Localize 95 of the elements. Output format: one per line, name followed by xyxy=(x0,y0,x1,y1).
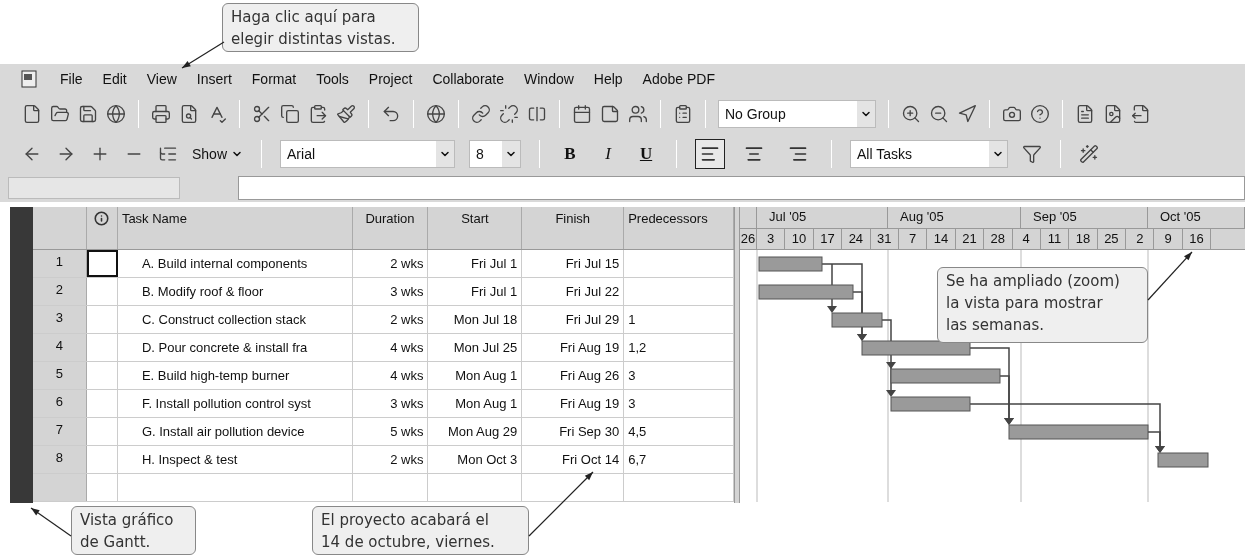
menu-item[interactable]: Collaborate xyxy=(432,68,504,90)
week-label: 14 xyxy=(927,229,956,249)
table-cell: C. Construct collection stack xyxy=(117,306,353,333)
row-number[interactable]: 7 xyxy=(33,418,87,445)
format-button[interactable]: B xyxy=(558,141,583,167)
menu-item[interactable]: Adobe PDF xyxy=(642,68,715,90)
table-cell: F. Install pollution control syst xyxy=(117,390,353,417)
table-cell: Fri Jul 29 xyxy=(522,306,625,333)
table-cell: Mon Jul 25 xyxy=(428,334,523,361)
row-number[interactable]: 4 xyxy=(33,334,87,361)
table-cell: B. Modify roof & floor xyxy=(117,278,353,305)
table-cell: Fri Aug 19 xyxy=(522,334,625,361)
row-number[interactable]: 2 xyxy=(33,278,87,305)
callout-note: El proyecto acabará el 14 de octubre, viernes. xyxy=(312,506,529,555)
week-label: 21 xyxy=(955,229,985,249)
table-cell: 5 wks xyxy=(352,418,429,445)
week-label: 31 xyxy=(870,229,899,249)
table-cell: 6,7 xyxy=(624,446,734,473)
menu-item[interactable]: File xyxy=(60,68,83,90)
menu-item[interactable]: Help xyxy=(593,68,623,90)
font-dropdown[interactable]: Arial xyxy=(280,140,456,168)
table-cell: A. Build internal components xyxy=(117,250,353,277)
table-cell: 2 wks xyxy=(352,250,429,277)
table-cell: 4,5 xyxy=(624,418,734,445)
table-cell: Fri Jul 1 xyxy=(428,250,523,277)
row-number[interactable]: 3 xyxy=(33,306,87,333)
table-cell: Fri Aug 26 xyxy=(522,362,625,389)
table-cell: Mon Aug 29 xyxy=(428,418,523,445)
week-label: 24 xyxy=(842,229,871,249)
table-cell: H. Inspect & test xyxy=(117,446,353,473)
week-label: 17 xyxy=(813,229,843,249)
month-label: Oct '05 xyxy=(1148,207,1245,228)
table-cell: D. Pour concrete & install fra xyxy=(117,334,353,361)
menu-item[interactable]: Insert xyxy=(196,68,232,90)
table-cell: 1 xyxy=(624,306,734,333)
menu-item[interactable]: Window xyxy=(524,68,574,90)
month-label: Aug '05 xyxy=(888,207,1021,228)
week-label: 2 xyxy=(1126,229,1155,249)
week-label: 16 xyxy=(1182,229,1212,249)
table-cell: 4 wks xyxy=(352,362,429,389)
table-cell: Fri Jul 1 xyxy=(428,278,523,305)
callout-note: Vista gráfico de Gantt. xyxy=(71,506,196,555)
week-label: 4 xyxy=(1012,229,1041,249)
table-cell: Fri Sep 30 xyxy=(522,418,625,445)
column-header[interactable]: Task Name xyxy=(117,207,353,249)
menu-item[interactable]: Edit xyxy=(102,68,127,90)
row-number[interactable]: 6 xyxy=(33,390,87,417)
table-cell: Mon Aug 1 xyxy=(428,362,523,389)
table-cell: 4 wks xyxy=(352,334,429,361)
font-size-dropdown[interactable]: 8 xyxy=(469,140,522,168)
row-number[interactable]: 1 xyxy=(33,250,87,277)
week-label: 18 xyxy=(1069,229,1098,249)
table-cell: E. Build high-temp burner xyxy=(117,362,353,389)
callout-note: Haga clic aquí para elegir distintas vistas. xyxy=(222,3,419,52)
table-cell: Mon Oct 3 xyxy=(428,446,523,473)
week-label: 28 xyxy=(984,229,1013,249)
month-label: Sep '05 xyxy=(1021,207,1148,228)
table-cell: 3 xyxy=(624,362,734,389)
week-label: 3 xyxy=(757,229,786,249)
table-cell: 2 wks xyxy=(352,446,429,473)
column-header[interactable]: Predecessors xyxy=(624,207,734,249)
table-cell: 3 wks xyxy=(352,278,429,305)
table-cell: Mon Aug 1 xyxy=(428,390,523,417)
menu-item[interactable]: Tools xyxy=(316,68,349,90)
group-dropdown[interactable]: No Group xyxy=(718,100,876,128)
table-cell: 3 wks xyxy=(352,390,429,417)
table-cell: Fri Oct 14 xyxy=(522,446,625,473)
show-menu-button[interactable]: Show xyxy=(192,143,244,165)
row-number[interactable]: 5 xyxy=(33,362,87,389)
week-label: 7 xyxy=(898,229,928,249)
format-button[interactable]: U xyxy=(634,141,659,167)
table-cell: Mon Jul 18 xyxy=(428,306,523,333)
filter-dropdown[interactable]: All Tasks xyxy=(850,140,1009,168)
table-cell: Fri Aug 19 xyxy=(522,390,625,417)
week-label: 10 xyxy=(785,229,814,249)
format-button[interactable]: I xyxy=(596,141,621,167)
week-label: 9 xyxy=(1154,229,1183,249)
week-label: 26 xyxy=(740,229,757,249)
table-cell: Fri Jul 15 xyxy=(522,250,625,277)
menu-item[interactable]: Format xyxy=(251,68,297,90)
week-label: 11 xyxy=(1040,229,1070,249)
column-header[interactable]: Duration xyxy=(352,207,429,249)
month-label: Jul '05 xyxy=(757,207,888,228)
menu-item[interactable]: View xyxy=(146,68,177,90)
table-cell: G. Install air pollution device xyxy=(117,418,353,445)
table-cell: Fri Jul 22 xyxy=(522,278,625,305)
table-cell: 2 wks xyxy=(352,306,429,333)
column-header[interactable]: Finish xyxy=(522,207,625,249)
row-number[interactable]: 8 xyxy=(33,446,87,473)
week-label: 25 xyxy=(1097,229,1127,249)
callout-note: Se ha ampliado (zoom) la vista para mostrar las semanas. xyxy=(937,267,1148,343)
menu-item[interactable]: Project xyxy=(368,68,413,90)
table-cell: 3 xyxy=(624,390,734,417)
table-cell: 1,2 xyxy=(624,334,734,361)
column-header[interactable]: Start xyxy=(428,207,523,249)
